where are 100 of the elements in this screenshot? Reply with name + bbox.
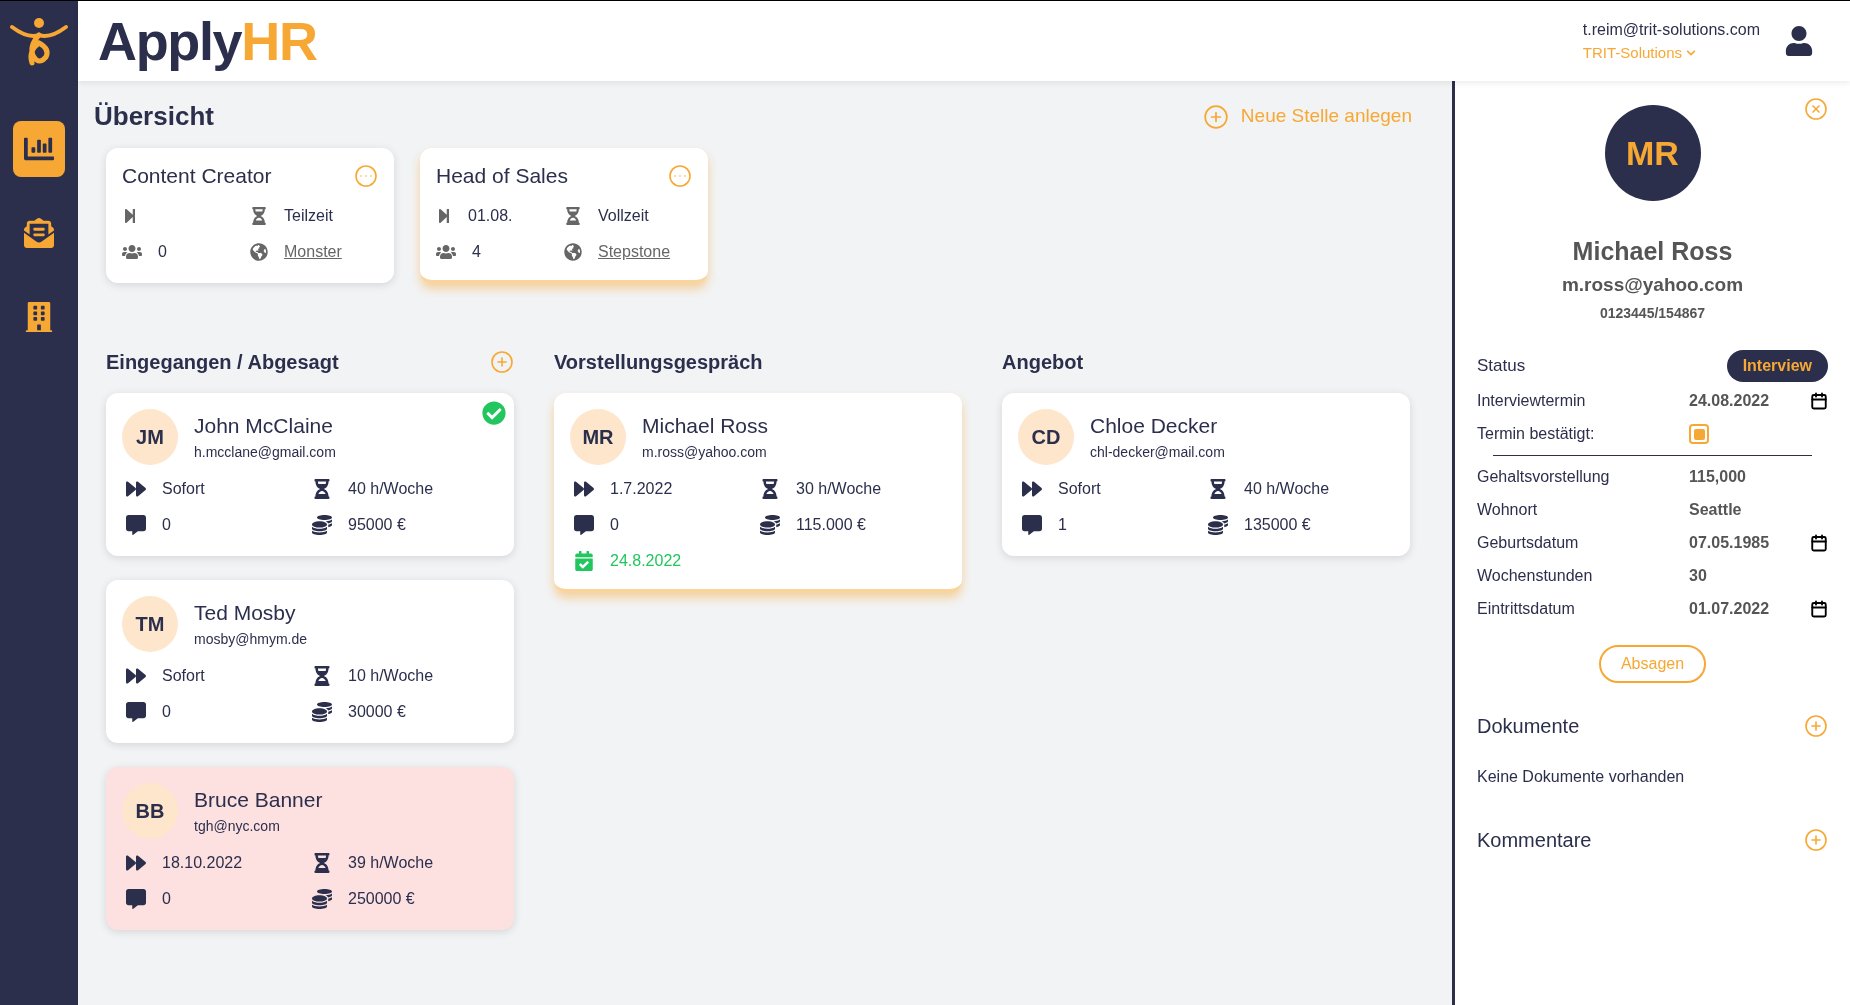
- comment-icon: [126, 514, 146, 535]
- coins-icon: [312, 514, 332, 535]
- user-icon[interactable]: [1784, 26, 1814, 56]
- start-date: Sofort: [162, 478, 205, 499]
- status-label: Status: [1477, 355, 1526, 378]
- field-value: 24.08.2022: [1689, 390, 1771, 411]
- weekly-hours: 30 h/Woche: [796, 478, 882, 499]
- comment-icon: [126, 888, 146, 909]
- column-title: Vorstellungsgespräch: [554, 349, 763, 375]
- start-date: Sofort: [162, 665, 205, 686]
- globe-icon: [564, 242, 582, 261]
- field-label: Wochenstunden: [1477, 565, 1594, 586]
- field-label: Geburtsdatum: [1477, 532, 1580, 553]
- candidate-card[interactable]: TM Ted Mosby mosby@hmym.de Sofort 10 h/Woche 0 30000 €: [106, 579, 514, 743]
- candidate-email: chl-decker@mail.com: [1090, 442, 1225, 462]
- candidate-card[interactable]: MR Michael Ross m.ross@yahoo.com 1.7.2022 30 h/Woche 0 115.000 € 24.8.2022: [554, 392, 962, 592]
- field-value: Seattle: [1689, 499, 1743, 520]
- avatar: JM: [122, 408, 178, 465]
- salary: 95000 €: [348, 514, 406, 535]
- comment-count: 1: [1058, 514, 1067, 535]
- hourglass-icon: [760, 478, 780, 499]
- hourglass-icon: [250, 206, 268, 225]
- coins-icon: [760, 514, 780, 535]
- coins-icon: [312, 701, 332, 722]
- plus-circle-icon: [1202, 103, 1229, 130]
- source-link[interactable]: Stepstone: [598, 239, 671, 264]
- field-value: 115,000: [1689, 466, 1747, 487]
- calendar-icon[interactable]: [1810, 391, 1828, 410]
- field-label: Wohnort: [1477, 499, 1539, 520]
- skip-forward-icon: [436, 207, 452, 224]
- salary: 30000 €: [348, 701, 406, 722]
- job-type: Teilzeit: [284, 205, 333, 226]
- weekly-hours: 10 h/Woche: [348, 665, 434, 686]
- comment-icon: [126, 701, 146, 722]
- status-button[interactable]: Interview: [1726, 350, 1828, 382]
- start-date: Sofort: [1058, 478, 1101, 499]
- candidate-email: h.mcclane@gmail.com: [194, 442, 336, 462]
- job-title: Head of Sales: [436, 163, 568, 189]
- candidate-card[interactable]: CD Chloe Decker chl-decker@mail.com Sofort 40 h/Woche 1 135000 €: [1002, 392, 1410, 556]
- job-title: Content Creator: [122, 163, 272, 189]
- candidate-name: Chloe Decker: [1090, 413, 1219, 440]
- field-value: 01.07.2022: [1689, 598, 1771, 619]
- section-title: Dokumente: [1477, 714, 1580, 739]
- candidate-email: m.ross@yahoo.com: [1561, 272, 1744, 297]
- candidate-card[interactable]: BB Bruce Banner tgh@nyc.com 18.10.2022 39 h/Woche 0 250000 €: [106, 766, 514, 930]
- field-label: Gehaltsvorstellung: [1477, 466, 1611, 487]
- candidate-name: Bruce Banner: [194, 787, 323, 814]
- applicant-count: 4: [472, 241, 481, 262]
- start-date: 18.10.2022: [162, 852, 243, 873]
- column-title: Angebot: [1002, 349, 1084, 375]
- checkbox[interactable]: [1689, 424, 1709, 444]
- user-email: t.reim@trit-solutions.com: [1582, 19, 1760, 40]
- candidate-name: John McClaine: [194, 413, 334, 440]
- start-date: 1.7.2022: [610, 478, 673, 499]
- candidate-email: m.ross@yahoo.com: [642, 442, 768, 462]
- avatar: MR: [1604, 105, 1701, 201]
- calendar-icon[interactable]: [1810, 533, 1828, 552]
- avatar: MR: [570, 408, 626, 465]
- hourglass-icon: [312, 478, 332, 499]
- source-link[interactable]: Monster: [284, 239, 342, 264]
- candidate-name: Michael Ross: [642, 413, 769, 440]
- nav-item[interactable]: [13, 121, 65, 177]
- candidate-email: mosby@hmym.de: [194, 629, 308, 649]
- comment-count: 0: [162, 888, 171, 909]
- building-icon: [24, 302, 54, 332]
- job-card[interactable]: Head of Sales 01.08. Vollzeit 4 Stepstone: [420, 148, 708, 283]
- salary: 115.000 €: [796, 514, 866, 535]
- salary: 135000 €: [1244, 514, 1311, 535]
- page-title: Übersicht: [94, 100, 214, 133]
- comment-count: 0: [610, 514, 619, 535]
- comment-count: 0: [162, 701, 171, 722]
- field-label: Interviewtermin: [1477, 390, 1587, 411]
- coins-icon: [312, 888, 332, 909]
- coins-icon: [1208, 514, 1228, 535]
- field-value: 30: [1689, 565, 1708, 586]
- field-value: 07.05.1985: [1689, 532, 1771, 553]
- candidate-phone: 0123445/154867: [1599, 304, 1706, 323]
- job-type: Vollzeit: [598, 205, 649, 226]
- globe-icon: [250, 242, 268, 261]
- hourglass-icon: [312, 665, 332, 686]
- avatar: BB: [122, 782, 178, 839]
- section-title: Kommentare: [1477, 828, 1592, 853]
- column-title: Eingegangen / Abgesagt: [106, 349, 339, 375]
- candidate-card[interactable]: JM John McClaine h.mcclane@gmail.com Sofort 40 h/Woche 0 95000 €: [106, 392, 514, 556]
- applicant-count: 0: [158, 241, 167, 262]
- comment-icon: [1022, 514, 1042, 535]
- hourglass-icon: [312, 852, 332, 873]
- job-start: 01.08.: [468, 205, 513, 226]
- comment-count: 0: [162, 514, 171, 535]
- weekly-hours: 40 h/Woche: [348, 478, 434, 499]
- calendar-icon[interactable]: [1810, 599, 1828, 618]
- calendar-check-icon: [574, 550, 594, 571]
- candidate-email: tgh@nyc.com: [194, 816, 281, 836]
- job-card[interactable]: Content Creator Teilzeit 0 Monster: [106, 148, 394, 283]
- interview-date: 24.8.2022: [610, 550, 682, 571]
- candidate-name: Ted Mosby: [194, 600, 297, 627]
- hourglass-icon: [564, 206, 582, 225]
- hourglass-icon: [1208, 478, 1228, 499]
- salary: 250000 €: [348, 888, 415, 909]
- empty-documents-text: Keine Dokumente vorhanden: [1477, 767, 1686, 787]
